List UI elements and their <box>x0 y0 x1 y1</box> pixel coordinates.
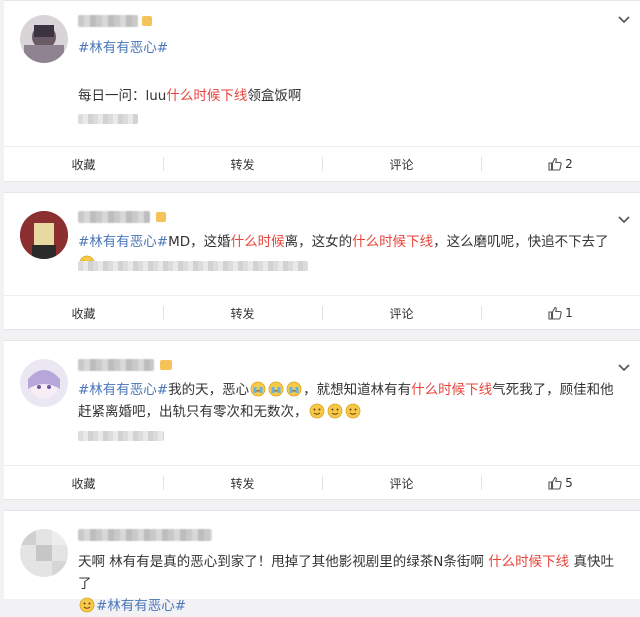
crying-emoji-icon <box>286 381 302 397</box>
thumbs-up-icon <box>548 306 562 320</box>
post-text: ，这么磨叽呢，快追不下去了 <box>433 234 609 250</box>
highlight-keyword: 什么时候下线 <box>166 88 248 104</box>
highlight-keyword: 什么时候下线 <box>352 234 434 250</box>
post-text: ，就想知道林有有 <box>303 382 412 398</box>
weibo-post: #林有有恶心#我的天，恶心 ，就想知道林有有什么时候下线气死我了，顾佳和他赶紧离婚… <box>4 340 640 500</box>
repost-button[interactable]: 转发 <box>163 466 322 500</box>
vip-badge <box>160 360 172 370</box>
avatar[interactable] <box>20 15 68 63</box>
smile-emoji-icon <box>345 403 361 419</box>
username-blurred[interactable] <box>78 211 150 223</box>
post-hashtag-line: #林有有恶心# <box>78 37 612 59</box>
chevron-down-icon[interactable] <box>616 11 632 27</box>
avatar[interactable] <box>20 211 68 259</box>
collect-button[interactable]: 收藏 <box>4 296 163 330</box>
crying-emoji-icon <box>250 381 266 397</box>
thumbs-up-icon <box>548 157 562 171</box>
thumbs-up-icon <box>548 476 562 490</box>
post-text: 每日一问：luu <box>78 88 167 104</box>
smile-emoji-icon <box>79 597 95 613</box>
username-blurred[interactable] <box>78 15 138 27</box>
hashtag-link[interactable]: #林有有恶心# <box>78 40 168 56</box>
username-blurred[interactable] <box>78 359 154 371</box>
post-text: 领盒饭啊 <box>247 88 302 104</box>
repost-button[interactable]: 转发 <box>163 296 322 330</box>
collect-button[interactable]: 收藏 <box>4 147 163 181</box>
like-button[interactable]: 1 <box>481 296 640 330</box>
avatar[interactable] <box>20 359 68 407</box>
post-meta-blurred <box>78 431 164 441</box>
post-meta-blurred <box>78 261 308 271</box>
hashtag-link[interactable]: #林有有恶心# <box>96 598 186 614</box>
smile-emoji-icon <box>309 403 325 419</box>
highlight-keyword: 什么时候 <box>230 234 285 250</box>
like-button[interactable]: 5 <box>481 466 640 500</box>
like-button[interactable]: 2 <box>481 147 640 181</box>
hashtag-link[interactable]: #林有有恶心# <box>78 382 168 398</box>
post-text: 天啊 林有有是真的恶心到家了！甩掉了其他影视剧里的绿茶N条街啊 <box>78 554 489 570</box>
post-text: 离，这女的 <box>284 234 353 250</box>
vip-badge <box>156 212 166 222</box>
weibo-post: 天啊 林有有是真的恶心到家了！甩掉了其他影视剧里的绿茶N条街啊 什么时候下线 真… <box>4 510 640 614</box>
avatar[interactable] <box>20 529 68 577</box>
weibo-post: #林有有恶心# 每日一问：luu什么时候下线领盒饭啊 收藏 转发 评论 2 <box>4 0 640 182</box>
comment-button[interactable]: 评论 <box>322 296 481 330</box>
like-count: 1 <box>565 306 573 320</box>
post-content: #林有有恶心#我的天，恶心 ，就想知道林有有什么时候下线气死我了，顾佳和他赶紧离婚… <box>78 379 618 423</box>
highlight-keyword: 什么时候下线 <box>411 382 493 398</box>
hashtag-link[interactable]: #林有有恶心# <box>78 234 168 250</box>
action-bar: 收藏 转发 评论 2 <box>4 146 640 181</box>
smile-emoji-icon <box>327 403 343 419</box>
chevron-down-icon[interactable] <box>616 359 632 375</box>
repost-button[interactable]: 转发 <box>163 147 322 181</box>
post-content: 每日一问：luu什么时候下线领盒饭啊 <box>78 85 612 107</box>
crying-emoji-icon <box>268 381 284 397</box>
post-content: 天啊 林有有是真的恶心到家了！甩掉了其他影视剧里的绿茶N条街啊 什么时候下线 真… <box>78 551 618 617</box>
collect-button[interactable]: 收藏 <box>4 466 163 500</box>
weibo-post: #林有有恶心#MD，这婚什么时候离，这女的什么时候下线，这么磨叽呢，快追不下去了… <box>4 192 640 330</box>
like-count: 5 <box>565 476 573 490</box>
comment-button[interactable]: 评论 <box>322 466 481 500</box>
post-meta-blurred <box>78 114 138 124</box>
comment-button[interactable]: 评论 <box>322 147 481 181</box>
post-text: 我的天，恶心 <box>168 382 250 398</box>
username-blurred[interactable] <box>78 529 212 541</box>
vip-badge <box>142 16 152 26</box>
highlight-keyword: 什么时候下线 <box>488 554 570 570</box>
like-count: 2 <box>565 157 573 171</box>
chevron-down-icon[interactable] <box>616 211 632 227</box>
action-bar: 收藏 转发 评论 1 <box>4 295 640 330</box>
action-bar: 收藏 转发 评论 5 <box>4 465 640 500</box>
post-text: MD，这婚 <box>168 234 231 250</box>
